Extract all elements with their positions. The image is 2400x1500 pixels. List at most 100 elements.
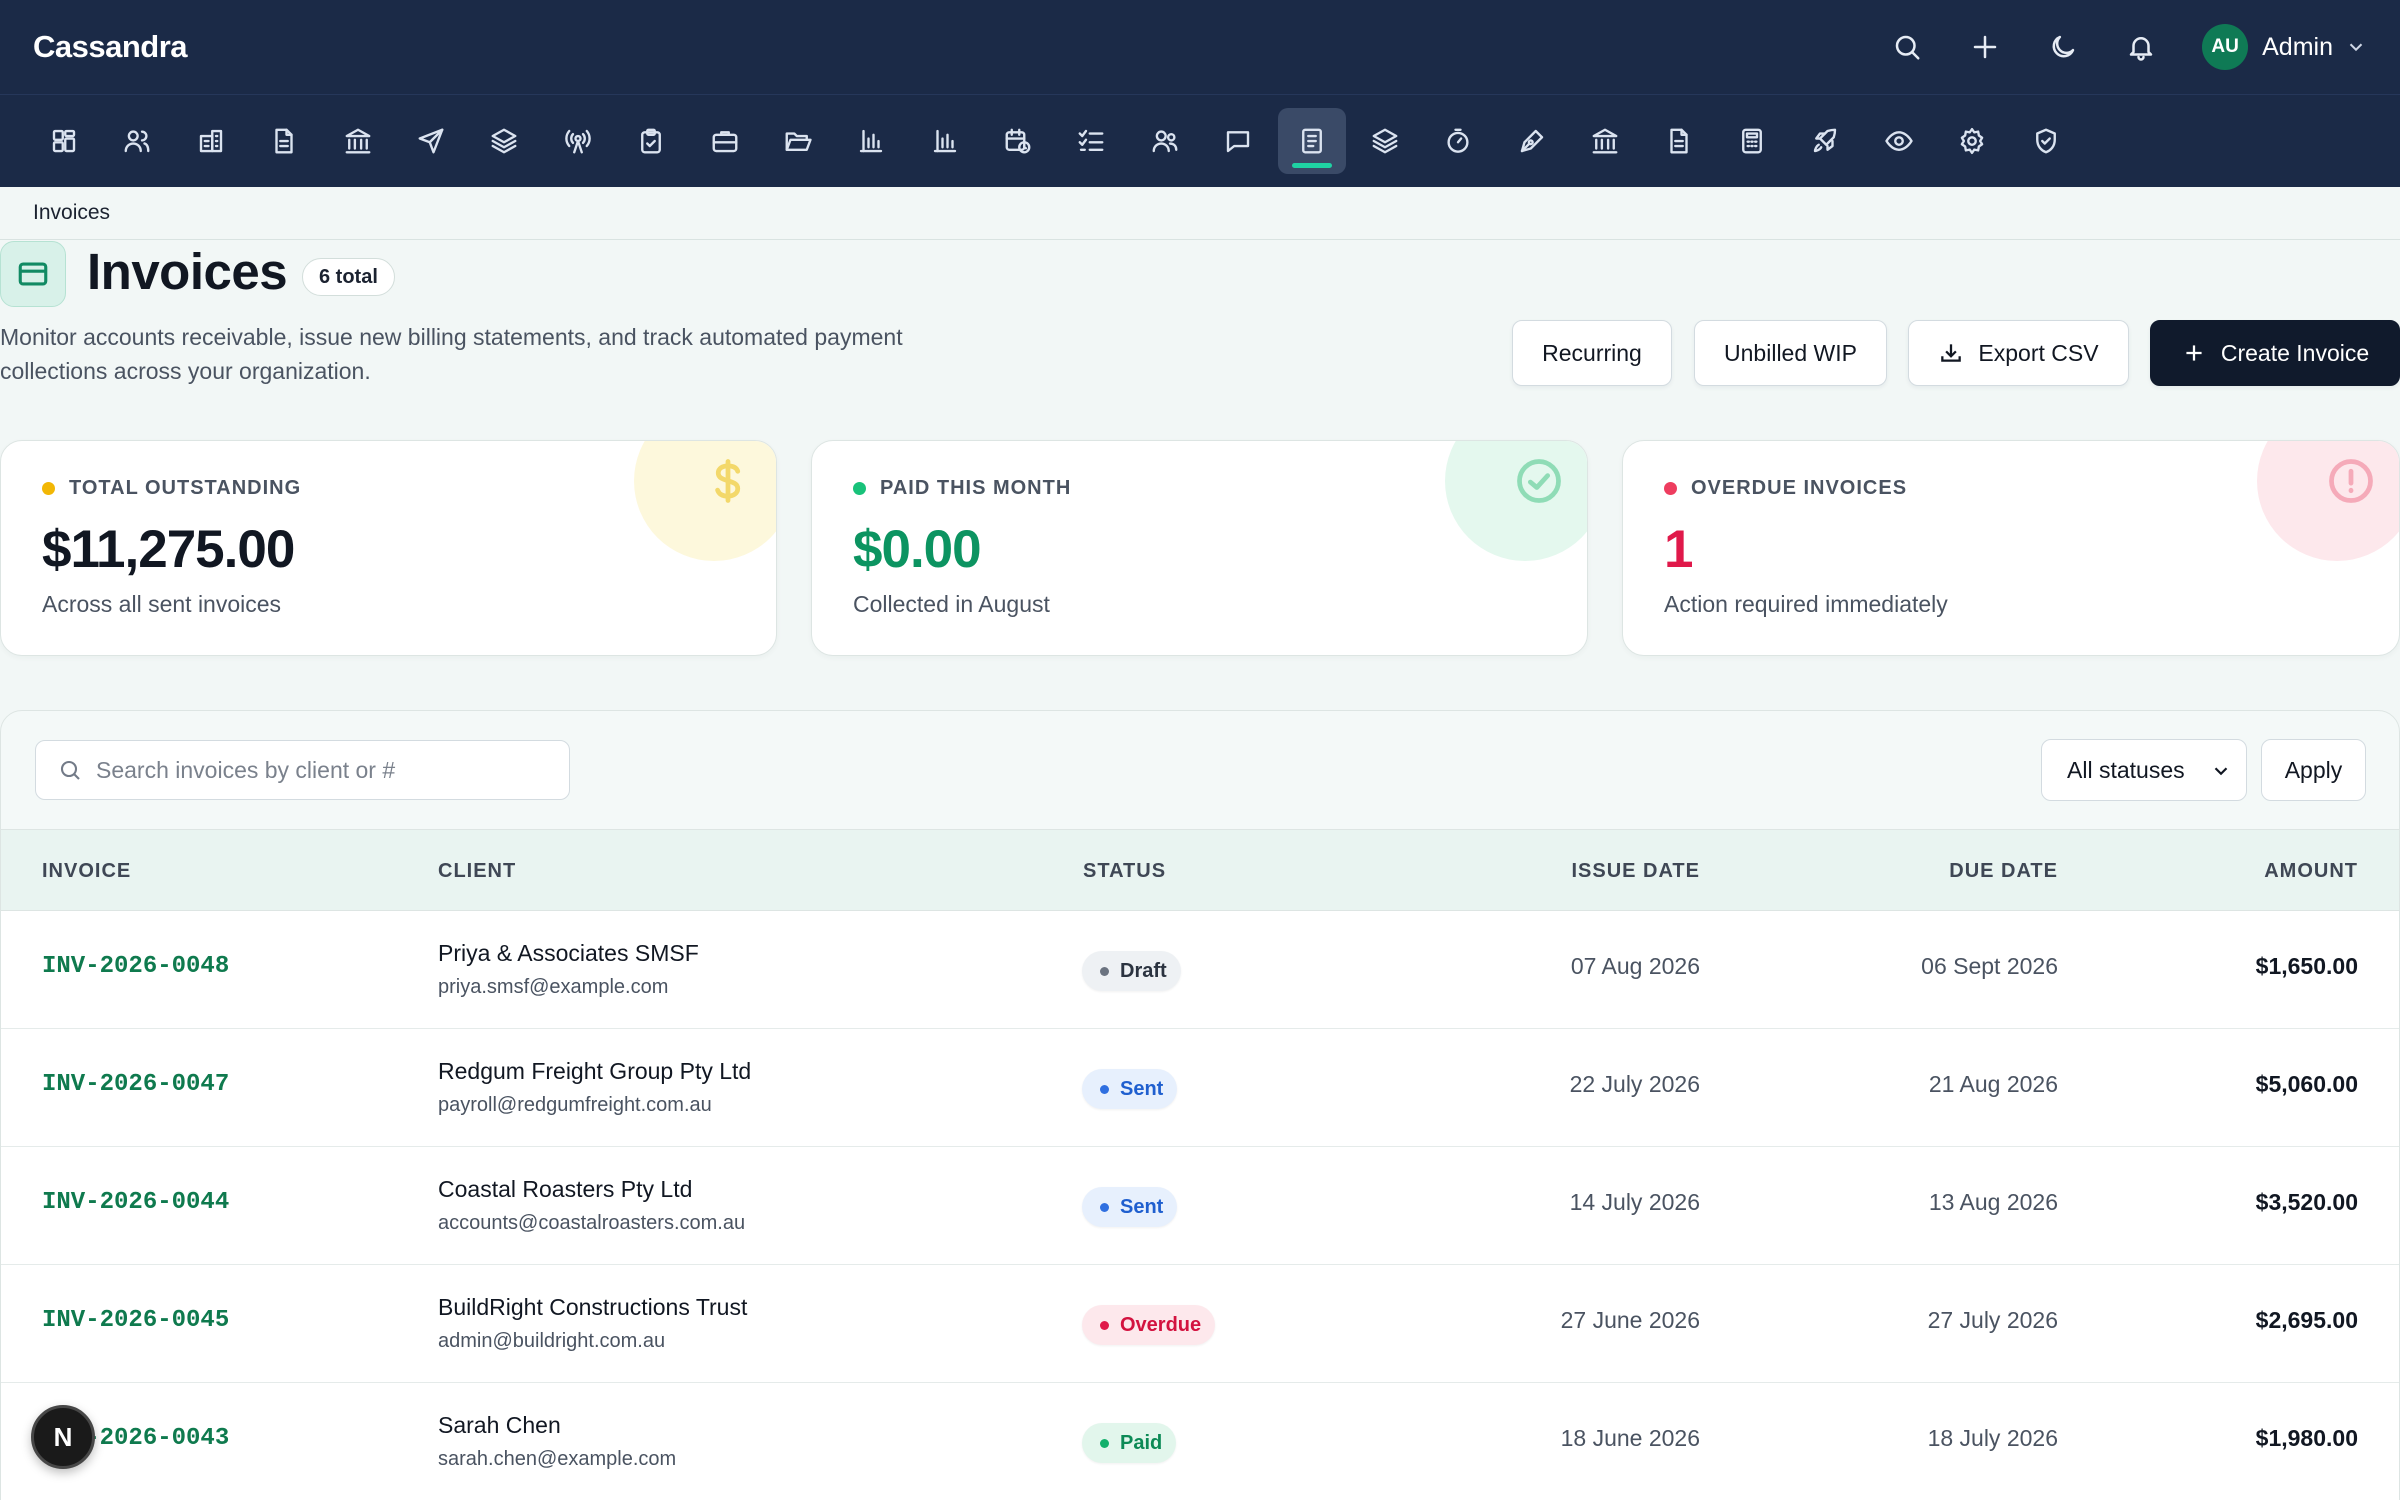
invoice-icon[interactable] <box>1277 108 1346 174</box>
user-menu[interactable]: AU Admin <box>2202 24 2367 70</box>
overdue-invoices-card: OVERDUE INVOICES 1 Action required immedia… <box>1622 440 2400 656</box>
page-subtitle: Monitor accounts receivable, issue new b… <box>0 324 903 384</box>
search-icon[interactable] <box>1868 17 1946 77</box>
amount: $1,650.00 <box>2255 953 2358 979</box>
total-outstanding-card: TOTAL OUTSTANDING $11,275.00 Across all se… <box>0 440 777 656</box>
checklist-icon[interactable] <box>1057 108 1125 174</box>
status-dot <box>1664 482 1677 495</box>
status-badge: Paid <box>1082 1423 1177 1463</box>
apply-button[interactable]: Apply <box>2261 739 2366 801</box>
briefcase-icon[interactable] <box>691 108 759 174</box>
table-row[interactable]: INV-2026-0043 Sarah Chen sarah.chen@exampl… <box>1 1383 2399 1500</box>
create-invoice-label: Create Invoice <box>2220 339 2370 366</box>
status-dot <box>1100 1438 1109 1448</box>
column-amount[interactable]: AMOUNT <box>2264 860 2358 883</box>
export-csv-button[interactable]: Export CSV <box>1908 320 2129 386</box>
client-email: priya.smsf@example.com <box>438 976 669 998</box>
table-row[interactable]: INV-2026-0045 BuildRight Constructions Tr… <box>1 1265 2399 1383</box>
amount: $2,695.00 <box>2255 1307 2358 1333</box>
layers-icon[interactable] <box>1351 108 1419 174</box>
stat-value: $11,275.00 <box>42 520 295 579</box>
recurring-button[interactable]: Recurring <box>1512 320 1672 386</box>
status-label: Draft <box>1120 959 1167 982</box>
download-icon <box>1941 344 1962 362</box>
column-status[interactable]: STATUS <box>1083 860 1166 883</box>
status-filter-select[interactable]: All statuses <box>2041 739 2247 801</box>
bar-chart-icon[interactable] <box>837 108 905 174</box>
building-icon[interactable] <box>177 108 245 174</box>
brand-logo[interactable]: Cassandra <box>33 29 188 65</box>
send-icon[interactable] <box>397 108 465 174</box>
table-row[interactable]: INV-2026-0048 Priya & Associates SMSF priy… <box>1 911 2399 1029</box>
dollar-icon <box>702 455 754 507</box>
column-due-date[interactable]: DUE DATE <box>1949 860 2058 883</box>
due-date: 21 Aug 2026 <box>1928 1071 2058 1097</box>
column-issue-date[interactable]: ISSUE DATE <box>1571 860 1700 883</box>
document-icon[interactable] <box>250 108 318 174</box>
check-circle-icon <box>1513 455 1565 507</box>
settings-icon[interactable] <box>1938 108 2006 174</box>
user-name: Admin <box>2262 32 2333 61</box>
issue-date: 18 June 2026 <box>1560 1425 1700 1451</box>
plus-icon[interactable] <box>1946 17 2024 77</box>
stat-value: $0.00 <box>853 520 982 579</box>
chevron-down-icon <box>2345 36 2367 58</box>
status-dot <box>1100 1320 1109 1330</box>
calendar-clock-icon[interactable] <box>984 108 1052 174</box>
dashboard-icon[interactable] <box>30 108 98 174</box>
people-icon[interactable] <box>1131 108 1199 174</box>
column-client[interactable]: CLIENT <box>438 860 516 883</box>
export-csv-label: Export CSV <box>1978 339 2099 366</box>
clipboard-icon[interactable] <box>617 108 685 174</box>
bank-icon[interactable] <box>1571 108 1639 174</box>
amount: $5,060.00 <box>2255 1071 2358 1097</box>
layers-icon[interactable] <box>470 108 538 174</box>
module-nav <box>0 94 2400 187</box>
moon-icon[interactable] <box>2024 17 2102 77</box>
table-row[interactable]: INV-2026-0044 Coastal Roasters Pty Ltd acc… <box>1 1147 2399 1265</box>
eye-icon[interactable] <box>1865 108 1933 174</box>
stat-note: Action required immediately <box>1664 591 1948 617</box>
search-box[interactable] <box>35 740 570 800</box>
create-invoice-button[interactable]: Create Invoice <box>2150 320 2400 386</box>
bar-chart-icon[interactable] <box>911 108 979 174</box>
due-date: 18 July 2026 <box>1927 1425 2058 1451</box>
status-label: Overdue <box>1120 1313 1202 1336</box>
shield-check-icon[interactable] <box>2012 108 2080 174</box>
timer-icon[interactable] <box>1424 108 1492 174</box>
invoice-number-link[interactable]: INV-2026-0048 <box>42 953 229 980</box>
status-badge: Overdue <box>1082 1305 1216 1345</box>
bank-icon[interactable] <box>324 108 392 174</box>
document-icon[interactable] <box>1645 108 1713 174</box>
search-input[interactable] <box>96 756 536 784</box>
status-dot <box>42 482 55 495</box>
chevron-down-icon <box>2214 767 2228 776</box>
message-icon[interactable] <box>1204 108 1272 174</box>
invoices-panel: All statuses Apply INVOICE CLIENT STATUS… <box>0 710 2400 1500</box>
stat-note: Collected in August <box>853 591 1050 617</box>
invoice-number-link[interactable]: INV-2026-0044 <box>42 1189 229 1216</box>
due-date: 06 Sept 2026 <box>1921 953 2058 979</box>
status-dot <box>1100 1084 1109 1094</box>
users-icon[interactable] <box>103 108 171 174</box>
table-row[interactable]: INV-2026-0047 Redgum Freight Group Pty Lt… <box>1 1029 2399 1147</box>
avatar: AU <box>2202 24 2249 70</box>
breadcrumb[interactable]: Invoices <box>33 201 110 225</box>
pen-tool-icon[interactable] <box>1498 108 1566 174</box>
due-date: 13 Aug 2026 <box>1928 1189 2058 1215</box>
invoice-number-link[interactable]: INV-2026-0047 <box>42 1071 229 1098</box>
folder-open-icon[interactable] <box>764 108 832 174</box>
calculator-icon[interactable] <box>1718 108 1786 174</box>
amount: $3,520.00 <box>2255 1189 2358 1215</box>
status-filter-value: All statuses <box>2067 756 2185 783</box>
rocket-icon[interactable] <box>1791 108 1859 174</box>
search-icon <box>60 760 80 780</box>
broadcast-icon[interactable] <box>544 108 612 174</box>
bell-icon[interactable] <box>2102 17 2180 77</box>
invoice-number-link[interactable]: INV-2026-0045 <box>42 1307 229 1334</box>
next-dev-tools-button[interactable]: N <box>31 1405 95 1469</box>
status-label: Paid <box>1120 1431 1163 1454</box>
plus-icon <box>2186 345 2202 361</box>
column-invoice[interactable]: INVOICE <box>42 860 131 883</box>
unbilled-wip-button[interactable]: Unbilled WIP <box>1694 320 1887 386</box>
